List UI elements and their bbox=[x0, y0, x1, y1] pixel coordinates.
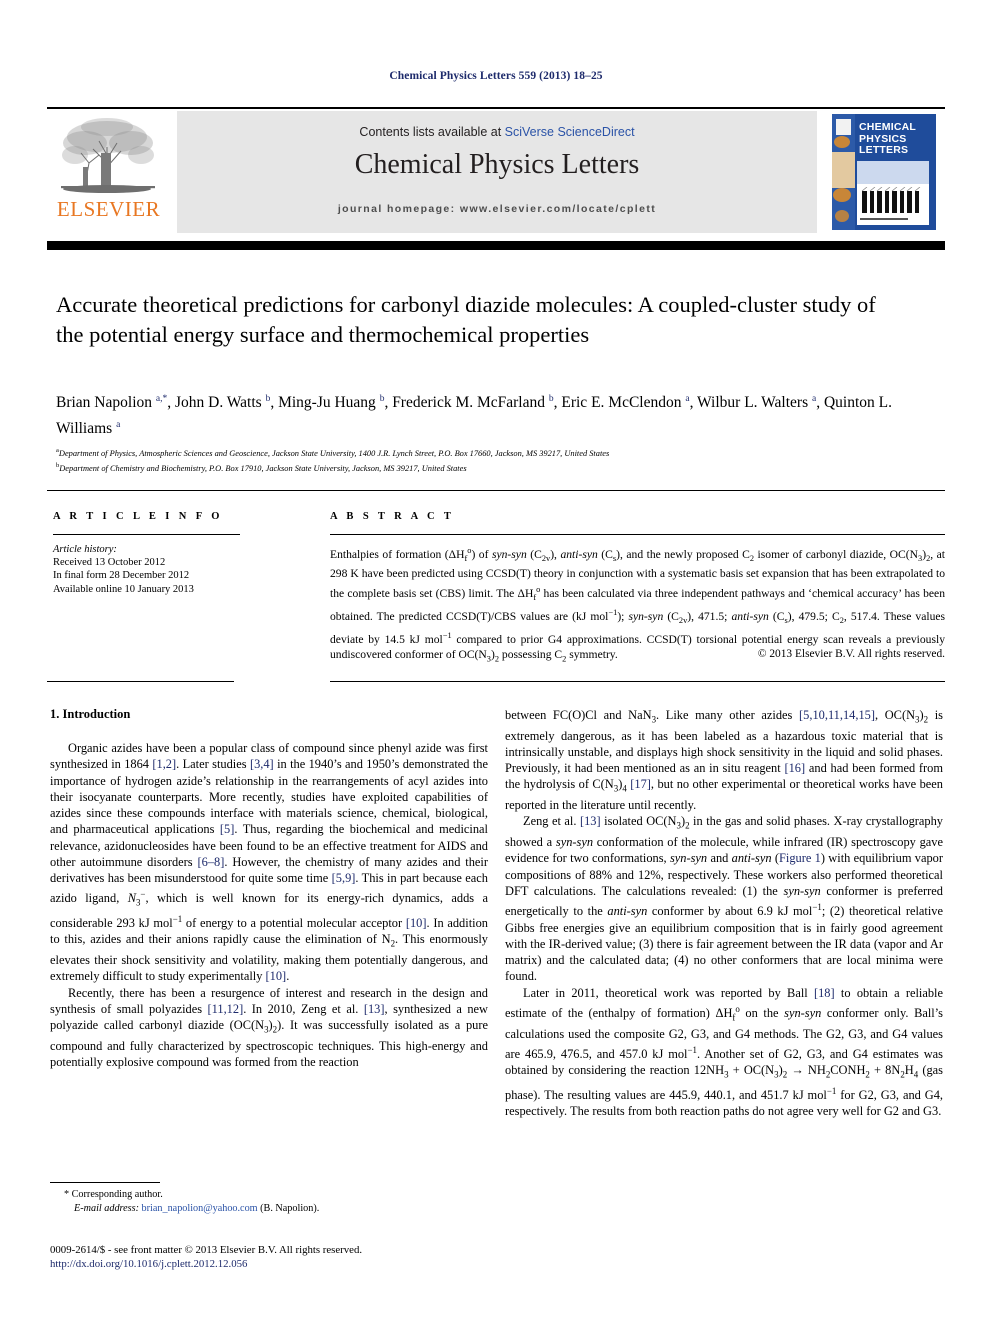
cover-blob-2 bbox=[833, 188, 851, 202]
elsevier-tree-icon bbox=[61, 118, 155, 193]
elsevier-mark-icon bbox=[836, 119, 851, 135]
body-column-left: Organic azides have been a popular class… bbox=[50, 740, 488, 1070]
info-section-bottom-rule-left bbox=[47, 681, 234, 683]
contents-line: Contents lists available at SciVerse Sci… bbox=[177, 125, 817, 139]
info-section-top-rule bbox=[47, 490, 945, 492]
running-head: Chemical Physics Letters 559 (2013) 18–2… bbox=[389, 70, 603, 82]
journal-banner: Contents lists available at SciVerse Sci… bbox=[177, 111, 817, 233]
email-link[interactable]: brian_napolion@yahoo.com bbox=[142, 1203, 258, 1214]
email-label: E-mail address: bbox=[74, 1202, 139, 1214]
corresponding-author-note: * Corresponding author. bbox=[64, 1189, 163, 1200]
footnote-rule bbox=[50, 1182, 160, 1183]
journal-header-band: ELSEVIER Contents lists available at Sci… bbox=[47, 111, 945, 233]
journal-cover-thumbnail: CHEMICAL PHYSICS LETTERS bbox=[823, 111, 945, 233]
history-final-form: In final form 28 December 2012 bbox=[53, 570, 190, 582]
affiliation-a-text: Department of Physics, Atmospheric Scien… bbox=[58, 448, 610, 458]
abstract-heading: A B S T R A C T bbox=[330, 511, 455, 522]
cover-journal-title: CHEMICAL PHYSICS LETTERS bbox=[859, 121, 917, 157]
affiliation-b: bDepartment of Chemistry and Biochemistr… bbox=[56, 461, 467, 473]
paragraph: Organic azides have been a popular class… bbox=[50, 741, 489, 984]
paragraph: Zeng et al. [13] isolated OC(N3)2 in the… bbox=[505, 814, 944, 984]
cover-title-line-3: LETTERS bbox=[859, 144, 909, 156]
article-info-heading: A R T I C L E I N F O bbox=[53, 511, 223, 522]
abstract-copyright: © 2013 Elsevier B.V. All rights reserved… bbox=[757, 648, 945, 660]
journal-homepage[interactable]: journal homepage: www.elsevier.com/locat… bbox=[177, 203, 817, 215]
paragraph: between FC(O)Cl and NaN3. Like many othe… bbox=[505, 708, 943, 813]
contents-prefix: Contents lists available at bbox=[359, 125, 505, 139]
affiliation-a: aDepartment of Physics, Atmospheric Scie… bbox=[56, 447, 610, 458]
history-received: Received 13 October 2012 bbox=[53, 557, 166, 569]
abstract-rule bbox=[330, 534, 945, 535]
section-heading-introduction: 1. Introduction bbox=[50, 707, 131, 721]
email-note: E-mail address: brian_napolion@yahoo.com… bbox=[50, 1202, 488, 1216]
elsevier-logo: ELSEVIER bbox=[47, 111, 170, 233]
issn-line: 0009-2614/$ - see front matter © 2013 El… bbox=[50, 1244, 363, 1256]
info-section-bottom-rule-right bbox=[330, 681, 945, 683]
cover-title-line-1: CHEMICAL bbox=[859, 121, 917, 133]
body-column-right: between FC(O)Cl and NaN3. Like many othe… bbox=[505, 707, 943, 1120]
cover-tan-band bbox=[832, 152, 855, 188]
cover-blob-3 bbox=[835, 210, 849, 222]
affiliations: aDepartment of Physics, Atmospheric Scie… bbox=[56, 445, 936, 475]
cover-footer-rule bbox=[860, 218, 908, 220]
doi-link[interactable]: http://dx.doi.org/10.1016/j.cplett.2012.… bbox=[50, 1257, 550, 1271]
history-label: Article history: bbox=[53, 544, 117, 555]
affiliation-b-text: Department of Chemistry and Biochemistry… bbox=[59, 463, 467, 473]
article-title: Accurate theoretical predictions for car… bbox=[56, 292, 876, 347]
cover-test-tubes-image bbox=[859, 187, 925, 215]
sciencedirect-link[interactable]: SciVerse ScienceDirect bbox=[505, 125, 635, 139]
author-list: Brian Napolion a,*, John D. Watts b, Min… bbox=[56, 394, 892, 438]
elsevier-wordmark: ELSEVIER bbox=[56, 197, 161, 221]
paragraph: Later in 2011, theoretical work was repo… bbox=[505, 985, 944, 1119]
cover-light-band bbox=[857, 161, 929, 184]
journal-title: Chemical Physics Letters bbox=[354, 149, 640, 180]
cover-artwork: CHEMICAL PHYSICS LETTERS bbox=[832, 114, 936, 230]
header-top-rule bbox=[47, 107, 945, 109]
header-black-bar bbox=[47, 241, 945, 250]
cover-blob-1 bbox=[834, 136, 850, 148]
email-owner: (B. Napolion). bbox=[260, 1202, 320, 1214]
article-info-rule bbox=[53, 534, 240, 535]
footnote-block: * Corresponding author. E-mail address: … bbox=[50, 1188, 488, 1215]
article-history: Article history: Received 13 October 201… bbox=[53, 543, 263, 596]
journal-article-page: Chemical Physics Letters 559 (2013) 18–2… bbox=[0, 0, 992, 1323]
imprint-block: 0009-2614/$ - see front matter © 2013 El… bbox=[50, 1243, 550, 1271]
history-available-online: Available online 10 January 2013 bbox=[53, 583, 194, 595]
paragraph: Recently, there has been a resurgence of… bbox=[50, 985, 489, 1070]
